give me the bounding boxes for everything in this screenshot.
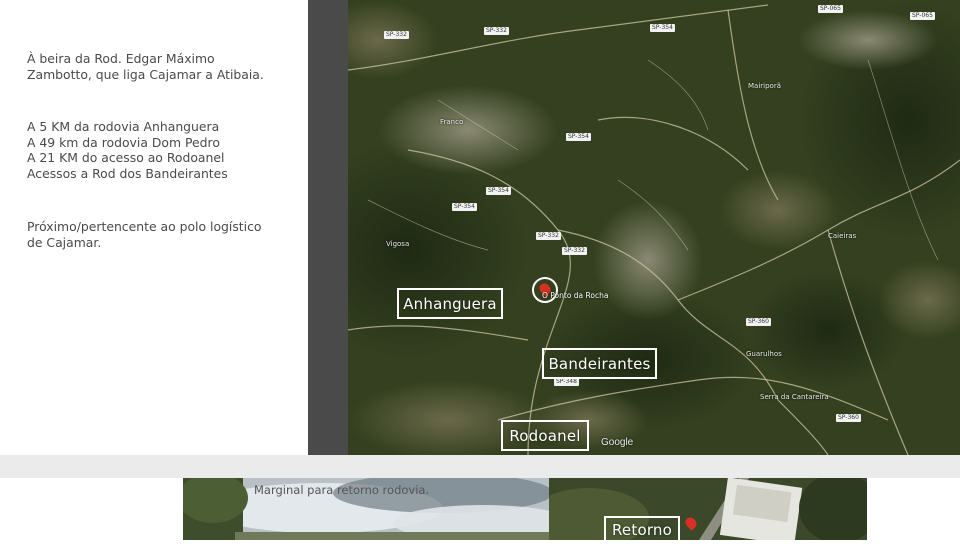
- aerial-photo: [549, 478, 867, 540]
- road-shield: SP-065: [910, 12, 935, 20]
- town-name: Caieiras: [828, 232, 857, 240]
- town-name: Franco: [440, 118, 464, 126]
- section-divider: [0, 455, 960, 478]
- anhanguera-label: Anhanguera: [397, 288, 503, 319]
- aerial-photo-image: [549, 478, 867, 540]
- logistics-line-1: Próximo/pertencente ao polo logístico: [27, 219, 262, 234]
- road-shield: SP-360: [836, 414, 861, 422]
- access-bandeirantes: Acessos a Rod dos Bandeirantes: [27, 165, 228, 181]
- road-shield: SP-354: [650, 24, 675, 32]
- road-shield: SP-354: [486, 187, 511, 195]
- description-panel: À beira da Rod. Edgar Máximo Zambotto, q…: [0, 0, 308, 455]
- photo-caption: Marginal para retorno rodovia.: [254, 483, 430, 497]
- road-shield: SP-354: [566, 133, 591, 141]
- location-line-2: Zambotto, que liga Cajamar a Atibaia.: [27, 66, 264, 82]
- location-paragraph: À beira da Rod. Edgar Máximo Zambotto, q…: [27, 51, 307, 82]
- location-line-1: À beira da Rod. Edgar Máximo: [27, 51, 215, 66]
- satellite-map[interactable]: SP-332 SP-332 SP-354 SP-065 SP-065 SP-35…: [348, 0, 960, 455]
- town-name: Guarulhos: [746, 350, 782, 358]
- distances-paragraph: A 5 KM da rodovia Anhanguera A 49 km da …: [27, 119, 307, 181]
- pin-caption: O Ponto da Rocha: [542, 291, 609, 300]
- road-shield: SP-332: [484, 27, 509, 35]
- road-shield: SP-332: [562, 247, 587, 255]
- distance-dom-pedro: A 49 km da rodovia Dom Pedro: [27, 134, 220, 150]
- dark-divider-strip: [308, 0, 348, 455]
- road-shield: SP-360: [746, 318, 771, 326]
- logistics-line-2: de Cajamar.: [27, 234, 102, 250]
- distance-rodoanel: A 21 KM do acesso ao Rodoanel: [27, 150, 225, 166]
- road-shield: SP-065: [818, 5, 843, 13]
- distance-anhanguera: A 5 KM da rodovia Anhanguera: [27, 119, 220, 134]
- road-shield: SP-348: [554, 378, 579, 386]
- town-name: Serra da Cantareira: [760, 393, 829, 401]
- google-watermark: Google: [601, 437, 634, 448]
- road-shield: SP-354: [452, 203, 477, 211]
- rodoanel-label: Rodoanel: [501, 420, 589, 451]
- road-shield: SP-332: [384, 31, 409, 39]
- road-shield: SP-332: [536, 232, 561, 240]
- town-name: Mairiporã: [748, 82, 781, 90]
- logistics-paragraph: Próximo/pertencente ao polo logístico de…: [27, 219, 307, 250]
- map-imagery: [348, 0, 960, 455]
- bandeirantes-label: Bandeirantes: [542, 348, 657, 379]
- town-name: Vigosa: [386, 240, 410, 248]
